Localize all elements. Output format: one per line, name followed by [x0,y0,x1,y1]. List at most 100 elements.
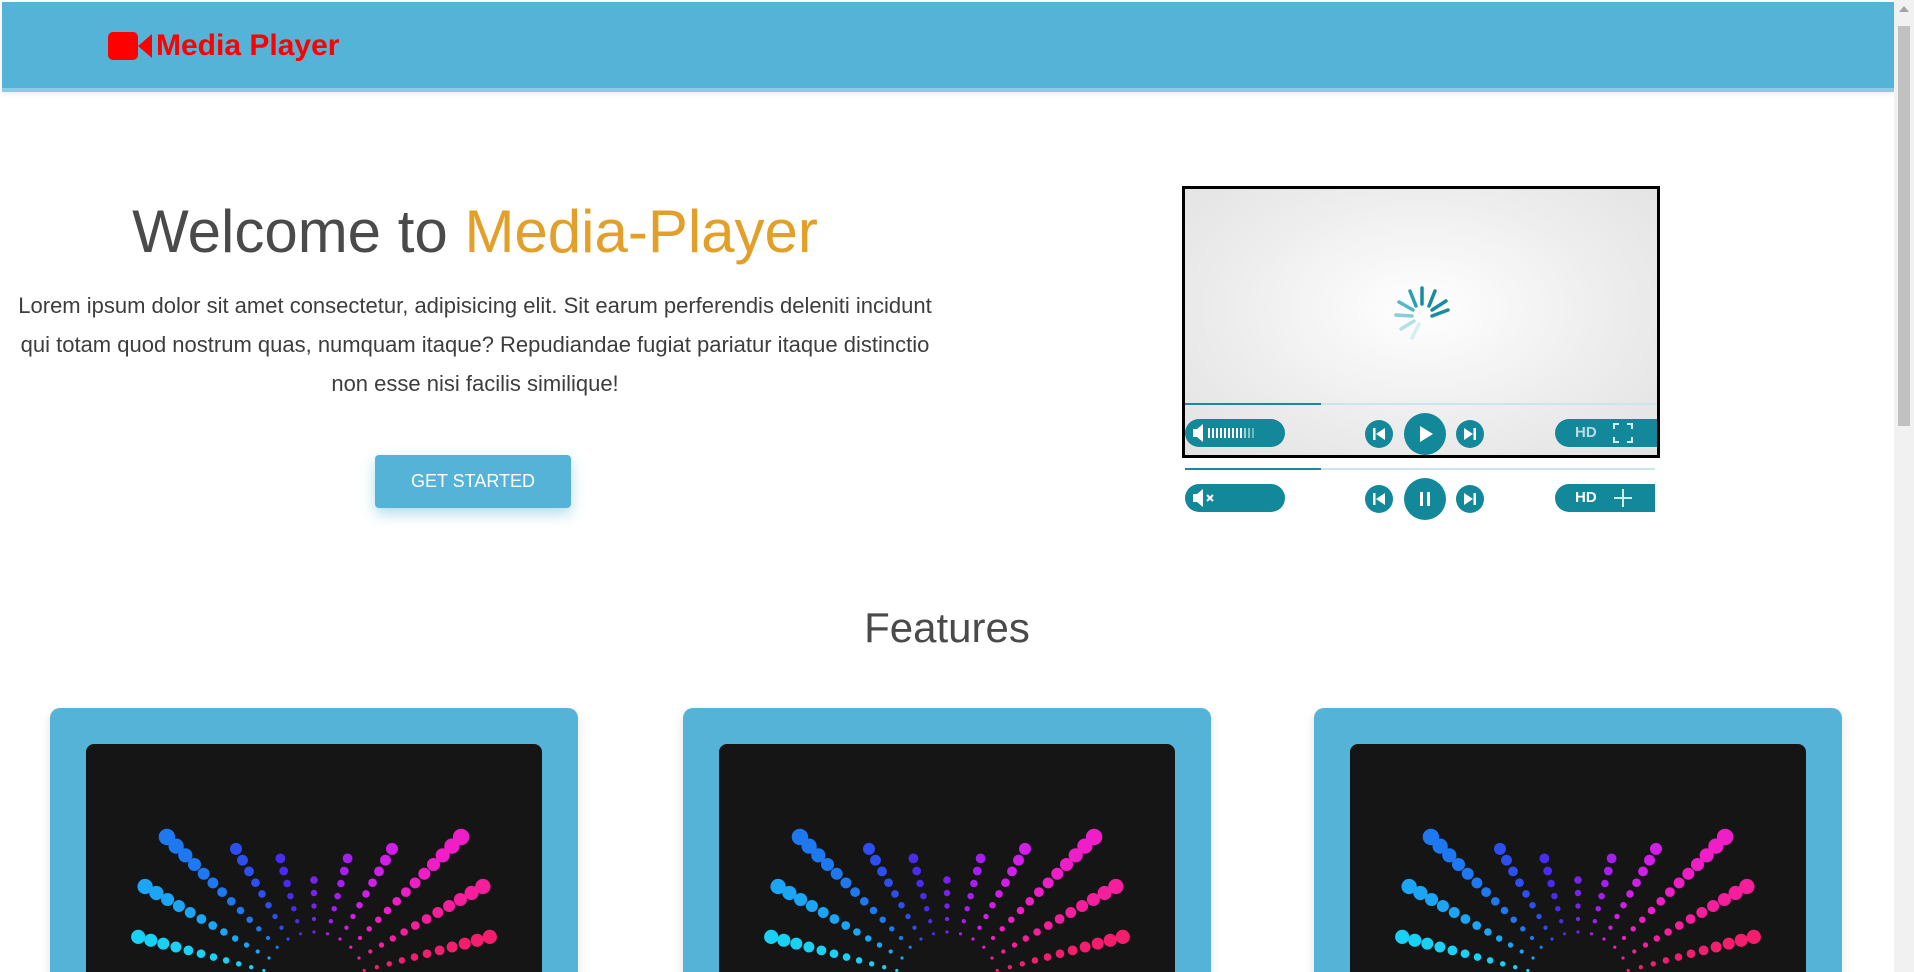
get-started-button[interactable]: GET STARTED [375,455,571,508]
feature-card-image [1350,744,1806,972]
visualizer-dot [432,907,444,918]
visualizer-dot [362,890,370,898]
scroll-up-icon[interactable] [1899,6,1909,12]
visualizer-dot [295,919,300,924]
feature-card[interactable] [1314,708,1842,972]
visualizer-dot [1650,842,1662,855]
visualizer-dot [1608,925,1613,930]
visualizer-dot [790,937,803,950]
visualizer-dot [368,878,377,888]
visualizer-dot [1033,928,1041,936]
visualizer-dot [325,932,330,936]
visualizer-dot [1529,935,1535,941]
volume-control[interactable] [1185,419,1285,447]
visualizer-dot [1673,877,1685,889]
visualizer-dot [1575,916,1581,922]
visualizer-dot [287,892,294,900]
visualizer-dot [392,896,402,906]
visualizer-dot [1642,942,1649,948]
feature-card[interactable] [683,708,1211,972]
previous-button[interactable] [1365,485,1393,513]
visualizer-dot [1007,866,1017,877]
visualizer-dot [1001,878,1010,888]
visualizer-dot [943,876,951,884]
visualizer-dot [475,878,491,895]
visualizer-dot [1539,853,1550,864]
visualizer-dot [1722,937,1735,950]
vertical-scrollbar[interactable] [1894,0,1914,972]
visualizer-dot [1665,887,1675,897]
visualizer-dot [1656,896,1666,906]
pause-icon [1420,492,1430,506]
hd-label: HD [1575,489,1597,506]
visualizer-dot [900,956,904,960]
visualizer-dot [1614,913,1620,920]
visualizer-dot [422,949,432,959]
visualizer-dot [197,867,210,880]
visualizer-dot [458,937,471,950]
visualizer-dot [1650,961,1656,967]
visualizer-dot [898,935,904,941]
visualizer-dot [1606,853,1617,864]
visualizer-dot [1626,890,1634,898]
quality-fullscreen-control[interactable]: HD [1555,419,1657,447]
visualizer-dot [344,925,349,930]
quality-fullscreen-control[interactable]: HD [1555,484,1655,512]
paused-controls: HD [1185,464,1655,520]
visualizer-dot [1562,932,1567,936]
visualizer-dot [1501,854,1512,866]
visualizer-dot [1013,854,1024,866]
visualizer-dot [972,866,982,876]
next-button[interactable] [1456,420,1484,448]
visualizer-dot [855,957,863,964]
visualizer-dot [331,906,337,912]
visualizer-dot [1543,866,1553,876]
visualizer-dot [1395,929,1410,944]
visualizer-dot [217,887,228,897]
hero-description: Lorem ipsum dolor sit amet consectetur, … [18,293,932,396]
visualizer-dot [1576,930,1580,934]
visualizer-dot [1653,935,1661,942]
pause-button[interactable] [1404,478,1446,520]
visualizer-dot [1575,903,1581,909]
visualizer-dot [310,889,318,897]
visualizer-dot [817,907,829,918]
mute-control[interactable] [1185,484,1285,512]
visualizer-dot [931,932,936,936]
brand-logo[interactable]: Media Player [108,30,339,62]
visualizer-dot [1639,916,1646,923]
visualizer-dot [196,949,206,959]
visualizer-dot [410,953,419,961]
visualizer-dot [1696,907,1708,918]
loading-spinner-icon [1394,286,1450,340]
visualizer-dot [1016,906,1025,915]
visualizer-dot [249,965,254,970]
visualizer-dot [386,842,398,855]
visualizer-dot [1515,878,1524,888]
scrollbar-thumb[interactable] [1898,26,1910,426]
music-visualizer-image [1395,828,1761,972]
visualizer-dot [337,879,345,888]
visualizer-dot [943,889,951,897]
visualizer-dot [1595,906,1601,912]
visualizer-dot [1079,941,1091,953]
visualizer-dot [967,892,974,900]
visualizer-dot [226,896,236,906]
visualizer-dot [961,919,966,924]
visualizer-dot [410,921,420,930]
previous-button[interactable] [1365,420,1393,448]
visualizer-dot [1042,877,1054,889]
visualizer-dot [1460,914,1471,924]
visualizer-dot [434,945,445,956]
visualizer-dot [977,925,982,930]
visualizer-dot [1574,889,1582,897]
visualizer-dot [912,925,917,930]
visualizer-dot [1707,900,1720,912]
visualizer-dot [1674,953,1683,961]
feature-card[interactable] [50,708,578,972]
visualizer-dot [1621,935,1627,941]
visualizer-dot [1589,932,1594,936]
visualizer-dot [1551,892,1558,900]
play-button[interactable] [1404,413,1446,455]
next-button[interactable] [1456,485,1484,513]
